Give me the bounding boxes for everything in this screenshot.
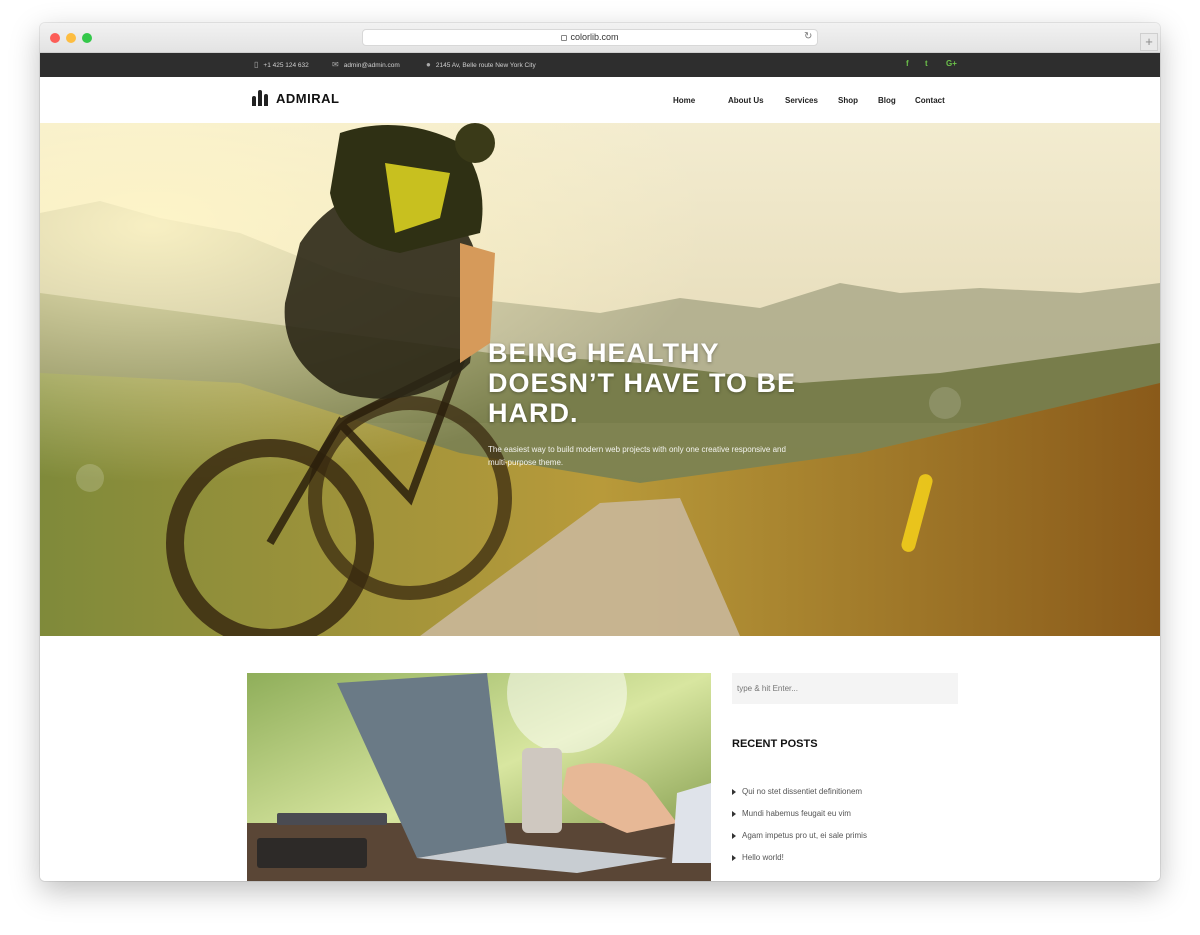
facebook-icon[interactable]: f <box>906 59 909 68</box>
laptop-photo <box>247 673 711 881</box>
nav-about-us[interactable]: About Us <box>728 96 764 105</box>
topbar-email[interactable]: ✉ admin@admin.com <box>332 59 400 72</box>
hero-banner: BEING HEALTHY DOESN’T HAVE TO BE HARD. T… <box>40 123 1160 636</box>
recent-post-item[interactable]: Qui no stet dissentiet definitionem <box>732 786 867 808</box>
site-logo[interactable]: ADMIRAL <box>252 90 339 106</box>
recent-posts-title: RECENT POSTS <box>732 738 818 750</box>
site-header: ADMIRAL Home About Us Services Shop Blog… <box>40 77 1160 123</box>
topbar-address: ● 2145 Av, Belle route New York City <box>426 59 536 72</box>
google-plus-icon[interactable]: G+ <box>946 59 957 68</box>
caret-right-icon <box>732 854 736 861</box>
browser-toolbar: colorlib.com ↻ + <box>40 23 1160 53</box>
maximize-window-button[interactable] <box>82 33 92 43</box>
close-window-button[interactable] <box>50 33 60 43</box>
address-bar[interactable]: colorlib.com <box>362 29 818 46</box>
mail-icon: ✉ <box>332 60 339 69</box>
lock-icon <box>561 34 568 41</box>
reload-icon[interactable]: ↻ <box>804 31 812 42</box>
nav-shop[interactable]: Shop <box>838 96 858 105</box>
featured-post-image[interactable] <box>247 673 711 881</box>
browser-window: colorlib.com ↻ + ▯ +1 425 124 632 ✉ admin@… <box>40 23 1160 881</box>
hero-subtitle: The easiest way to build modern web proj… <box>488 445 786 467</box>
minimize-window-button[interactable] <box>66 33 76 43</box>
nav-services[interactable]: Services <box>785 96 818 105</box>
nav-home[interactable]: Home <box>673 96 695 105</box>
nav-contact[interactable]: Contact <box>915 96 945 105</box>
phone-icon: ▯ <box>254 60 259 69</box>
new-tab-button[interactable]: + <box>1140 33 1158 51</box>
hero-title: BEING HEALTHY DOESN’T HAVE TO BE HARD. <box>488 338 797 428</box>
recent-post-item[interactable]: Mundi habemus feugait eu vim <box>732 808 867 830</box>
recent-post-link[interactable]: Agam impetus pro ut, ei sale primis <box>742 831 867 840</box>
recent-post-item[interactable]: Agam impetus pro ut, ei sale primis <box>732 830 867 852</box>
address-bar-url: colorlib.com <box>570 32 619 42</box>
contact-topbar: ▯ +1 425 124 632 ✉ admin@admin.com ● 2145 A… <box>40 53 1160 77</box>
email-text: admin@admin.com <box>343 62 400 69</box>
caret-right-icon <box>732 810 736 817</box>
topbar-phone: ▯ +1 425 124 632 <box>254 59 309 72</box>
recent-post-item[interactable]: Hello world! <box>732 852 867 874</box>
recent-posts-list: Qui no stet dissentiet definitionem Mund… <box>732 786 867 874</box>
phone-text: +1 425 124 632 <box>263 62 309 69</box>
recent-post-link[interactable]: Hello world! <box>742 853 784 862</box>
sidebar-search-input[interactable] <box>732 673 958 704</box>
recent-post-link[interactable]: Mundi habemus feugait eu vim <box>742 809 851 818</box>
caret-right-icon <box>732 832 736 839</box>
map-pin-icon: ● <box>426 60 431 69</box>
address-text: 2145 Av, Belle route New York City <box>435 62 536 69</box>
main-content: RECENT POSTS Qui no stet dissentiet defi… <box>40 636 1160 881</box>
logo-icon <box>252 90 268 106</box>
caret-right-icon <box>732 788 736 795</box>
logo-text: ADMIRAL <box>276 90 340 106</box>
recent-post-link[interactable]: Qui no stet dissentiet definitionem <box>742 787 862 796</box>
twitter-icon[interactable]: t <box>925 59 928 68</box>
nav-blog[interactable]: Blog <box>878 96 896 105</box>
